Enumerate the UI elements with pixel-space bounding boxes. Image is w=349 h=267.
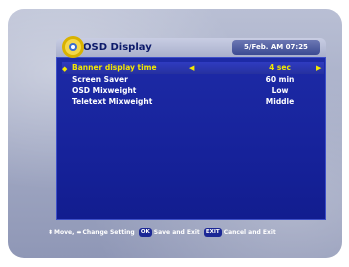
menu-item-banner-display-time[interactable]: ◆ Banner display time ◀ 4 sec ▶ <box>62 62 324 74</box>
menu-item-value: Low <box>271 86 289 95</box>
save-exit-hint: Save and Exit <box>153 229 200 236</box>
move-hint: Move, <box>54 229 75 236</box>
exit-key-badge: EXIT <box>203 228 222 237</box>
ok-key-badge: OK <box>138 228 152 237</box>
menu-item-value: 60 min <box>265 75 295 84</box>
help-bar: ⬍Move, ⬌Change Setting OK Save and Exit E… <box>48 227 276 239</box>
right-arrow-icon[interactable]: ▶ <box>316 62 321 74</box>
page-title: OSD Display <box>83 42 152 53</box>
up-down-icon: ⬍ <box>48 229 54 236</box>
menu-item-teletext-mixweight[interactable]: Teletext Mixweight Middle <box>62 96 324 107</box>
left-arrow-icon[interactable]: ◀ <box>189 62 194 74</box>
menu-item-label: Screen Saver <box>72 75 128 84</box>
menu-item-screen-saver[interactable]: Screen Saver 60 min <box>62 74 324 85</box>
datetime-display: 5/Feb. AM 07:25 <box>232 40 320 55</box>
menu-item-label: Banner display time <box>72 63 157 72</box>
menu-item-label: OSD Mixweight <box>72 86 137 95</box>
satellite-dish-logo-icon <box>62 36 84 58</box>
left-right-icon: ⬌ <box>76 229 82 236</box>
menu-item-osd-mixweight[interactable]: OSD Mixweight Low <box>62 85 324 96</box>
menu-item-value: Middle <box>265 97 295 106</box>
menu-item-label: Teletext Mixweight <box>72 97 153 106</box>
cancel-exit-hint: Cancel and Exit <box>223 229 276 236</box>
change-setting-hint: Change Setting <box>82 229 135 236</box>
menu-item-value: 4 sec <box>269 63 291 72</box>
